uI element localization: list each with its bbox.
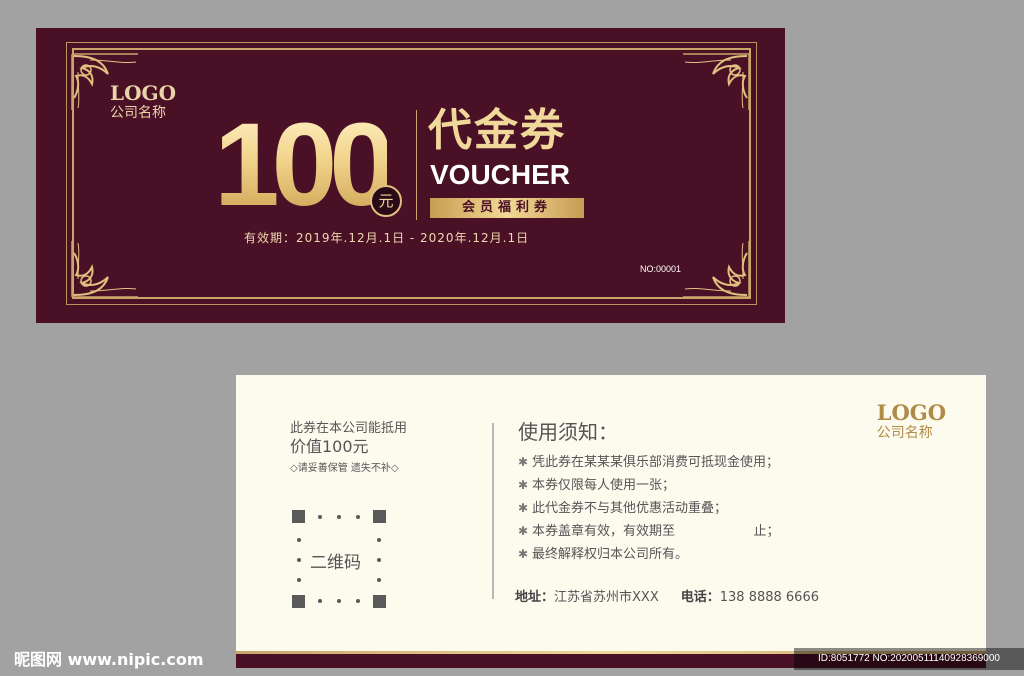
qr-dot <box>356 515 360 519</box>
qr-dot <box>377 538 381 542</box>
voucher-title-cn: 代金券 <box>428 105 566 156</box>
site-watermark: 昵图网 www.nipic.com <box>14 650 204 669</box>
qr-dot <box>318 515 322 519</box>
qr-dot <box>297 538 301 542</box>
ornament-corner-icon <box>681 239 751 299</box>
bullet-star-icon: ✱ <box>518 501 529 515</box>
column-divider <box>492 423 494 599</box>
title-divider <box>416 110 417 220</box>
value-line-1: 此券在本公司能抵用 <box>290 421 408 436</box>
notice-item: ✱ 此代金券不与其他优惠活动重叠； <box>518 497 958 520</box>
address-value: 江苏省苏州市XXX <box>554 590 659 605</box>
address-label: 地址： <box>515 590 555 605</box>
qr-dot <box>377 578 381 582</box>
qr-corner-icon <box>373 595 386 608</box>
qr-label: 二维码 <box>310 553 361 573</box>
qr-dot <box>337 599 341 603</box>
usage-notice: 使用须知： ✱ 凭此券在某某某俱乐部消费可抵现金使用； ✱ 本券仅限每人使用一张； … <box>518 419 958 566</box>
phone-value: 138 8888 6666 <box>719 590 819 605</box>
bullet-star-icon: ✱ <box>518 524 529 538</box>
value-statement: 此券在本公司能抵用 价值100元 ◇请妥善保管 遗失不补◇ <box>290 421 407 479</box>
image-id-watermark: ID:8051772 NO:20200511140928369000 <box>794 648 1024 670</box>
qr-dot <box>377 558 381 562</box>
currency-badge: 元 <box>370 185 402 217</box>
validity-period: 有效期：2019年.12月.1日 - 2020年.12月.1日 <box>244 231 530 245</box>
notice-title: 使用须知： <box>518 420 618 444</box>
notice-item: ✱ 最终解释权归本公司所有。 <box>518 543 958 566</box>
bullet-star-icon: ✱ <box>518 547 529 561</box>
company-name: 公司名称 <box>110 105 166 121</box>
serial-number: NO:00001 <box>640 264 682 274</box>
qr-dot <box>297 578 301 582</box>
qr-corner-icon <box>373 510 386 523</box>
ornament-corner-icon <box>681 52 751 112</box>
member-tag: 会员福利券 <box>430 198 584 218</box>
keep-safe-note: ◇请妥善保管 遗失不补◇ <box>290 463 399 474</box>
qr-dot <box>297 558 301 562</box>
qr-corner-icon <box>292 595 305 608</box>
value-line-2: 价值100元 <box>290 437 369 456</box>
qr-corner-icon <box>292 510 305 523</box>
qr-code-placeholder: 二维码 <box>292 510 386 608</box>
qr-dot <box>356 599 360 603</box>
voucher-amount: 100 <box>214 99 395 231</box>
notice-item: ✱ 本券仅限每人使用一张； <box>518 474 958 497</box>
voucher-front: LOGO 公司名称 100 元 代金券 VOUCHER 会员福利券 有效期：20… <box>36 28 785 323</box>
notice-item: ✱ 凭此券在某某某俱乐部消费可抵现金使用； <box>518 451 958 474</box>
bullet-star-icon: ✱ <box>518 478 529 492</box>
qr-dot <box>318 599 322 603</box>
phone-label: 电话： <box>680 590 720 605</box>
company-logo: LOGO 公司名称 <box>110 82 176 122</box>
contact-info: 地址：江苏省苏州市XXX 电话：138 8888 6666 <box>515 586 819 605</box>
voucher-back: LOGO 公司名称 此券在本公司能抵用 价值100元 ◇请妥善保管 遗失不补◇ … <box>236 375 986 668</box>
notice-item: ✱ 本券盖章有效，有效期至 止； <box>518 520 958 543</box>
qr-dot <box>337 515 341 519</box>
voucher-title-en: VOUCHER <box>430 159 571 190</box>
logo-text: LOGO <box>110 81 176 105</box>
bullet-star-icon: ✱ <box>518 455 529 469</box>
ornament-corner-icon <box>70 239 140 299</box>
